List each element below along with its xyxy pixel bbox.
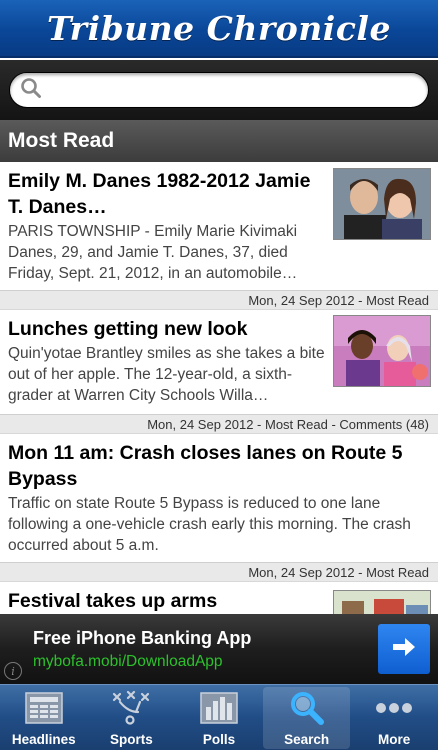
article-item[interactable]: Mon 11 am: Crash closes lanes on Route 5… [0,434,438,582]
app-title: Tribune Chronicle [47,8,391,48]
article-summary: Traffic on state Route 5 Bypass is reduc… [8,495,411,554]
masthead: Tribune Chronicle [0,0,438,58]
article-summary: Quin'yotae Brantley smiles as she takes … [8,345,325,404]
tab-more[interactable]: More [350,685,438,750]
tab-sports[interactable]: Sports [88,685,176,750]
article-headline[interactable]: Festival takes up arms [8,588,328,614]
ad-title[interactable]: Free iPhone Banking App [33,628,251,649]
newspaper-icon [24,690,64,726]
section-header: Most Read [0,120,438,162]
search-field[interactable] [9,72,429,108]
search-bar [0,60,438,120]
search-icon [287,690,327,726]
tab-bar: Headlines Sports Polls Search More [0,684,438,750]
ad-arrow-button[interactable] [378,624,430,674]
playbook-icon [110,690,152,726]
article-meta: Mon, 24 Sep 2012 - Most Read [0,562,438,581]
article-summary: PARIS TOWNSHIP - Emily Marie Kivimaki Da… [8,223,298,282]
info-icon[interactable]: i [4,662,22,680]
article-thumbnail [333,590,431,614]
article-meta: Mon, 24 Sep 2012 - Most Read - Comments … [0,414,438,433]
article-thumbnail [333,315,431,387]
article-headline[interactable]: Emily M. Danes 1982-2012 Jamie T. Danes… [8,168,328,220]
tab-label: Sports [110,732,153,747]
ad-banner[interactable]: Free iPhone Banking App mybofa.mobi/Down… [0,614,438,684]
article-item[interactable]: Festival takes up arms [0,582,438,614]
article-headline[interactable]: Mon 11 am: Crash closes lanes on Route 5… [8,440,430,492]
article-list[interactable]: Emily M. Danes 1982-2012 Jamie T. Danes…… [0,162,438,614]
article-item[interactable]: Emily M. Danes 1982-2012 Jamie T. Danes…… [0,162,438,310]
search-input[interactable] [50,81,428,99]
article-thumbnail [333,168,431,240]
tab-label: Polls [202,732,236,747]
tab-label: Headlines [11,732,76,747]
article-headline[interactable]: Lunches getting new look [8,316,328,342]
tab-polls[interactable]: Polls [175,685,263,750]
article-item[interactable]: Lunches getting new look Quin'yotae Bran… [0,310,438,434]
article-meta: Mon, 24 Sep 2012 - Most Read [0,290,438,309]
ad-link[interactable]: mybofa.mobi/DownloadApp [33,653,223,671]
arrow-right-icon [391,636,417,663]
tab-headlines[interactable]: Headlines [0,685,88,750]
tab-search[interactable]: Search [262,687,351,749]
tab-label: More [378,732,411,747]
bar-chart-icon [199,690,239,726]
search-icon [20,77,42,104]
more-dots-icon [373,690,415,726]
tab-label: Search [284,732,330,747]
